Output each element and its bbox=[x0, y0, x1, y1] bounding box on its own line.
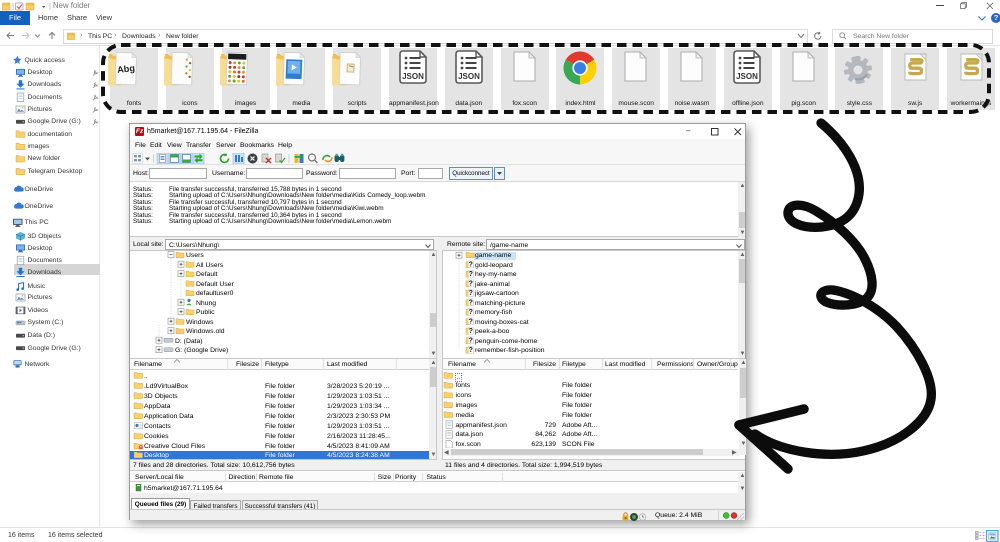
svg-text:Abg: Abg bbox=[117, 63, 136, 75]
